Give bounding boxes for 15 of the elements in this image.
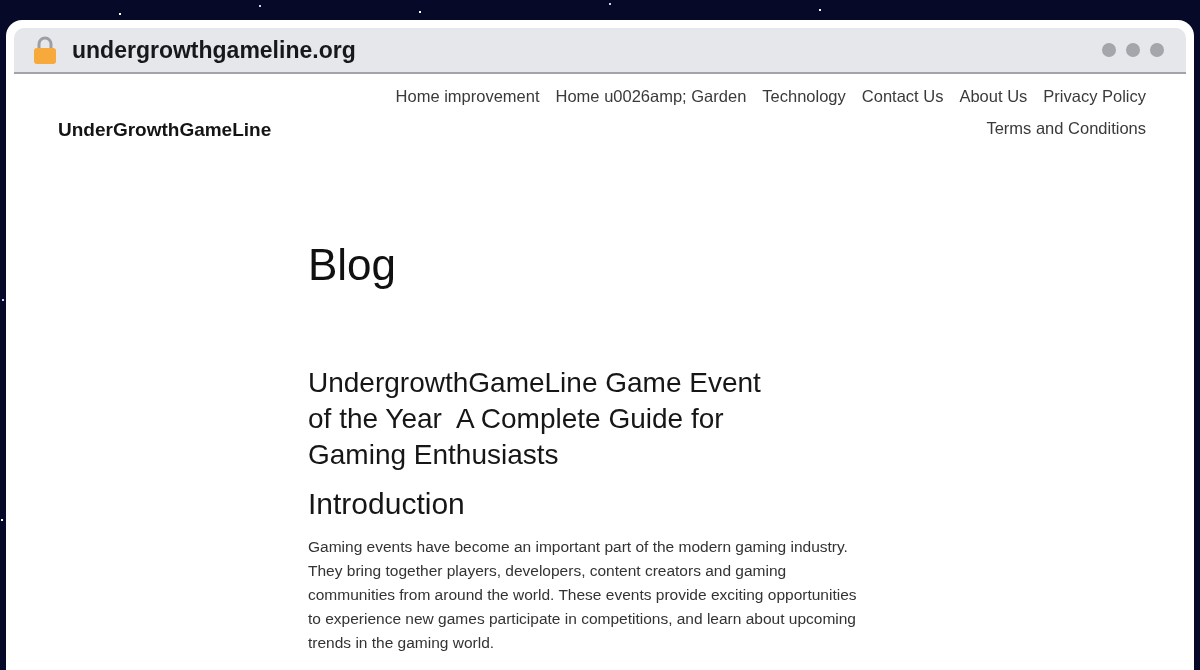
nav-link[interactable]: Terms and Conditions — [986, 116, 1146, 140]
site-title[interactable]: UnderGrowthGameLine — [58, 119, 272, 141]
nav-link[interactable]: About Us — [959, 84, 1028, 108]
section-heading: Introduction — [308, 486, 466, 522]
nav-link[interactable]: Contact Us — [861, 84, 944, 108]
dots-icon[interactable] — [1102, 43, 1164, 57]
nav-link[interactable]: Home u0026amp; Garden — [555, 84, 747, 108]
url-text[interactable]: undergrowthgameline.org — [72, 36, 356, 64]
article-title: UndergrowthGameLine Game Event of the Year A Complete Guide for Gaming Enthusiasts — [308, 366, 762, 472]
paragraph: Gaming events have become an important part of the modern gaming industry. They bring together players, developers, content creators and gaming communities from around the world. These events provide exciting opportunities to experience new games participate in competitions, and learn about upcoming trends in the gaming world. — [308, 537, 858, 653]
nav-link[interactable]: Privacy Policy — [1043, 84, 1146, 108]
nav-link[interactable]: Home improvement — [395, 84, 540, 108]
page-heading: Blog — [308, 239, 398, 291]
padlock-icon — [34, 36, 56, 64]
nav-link[interactable]: Technology — [762, 84, 846, 108]
